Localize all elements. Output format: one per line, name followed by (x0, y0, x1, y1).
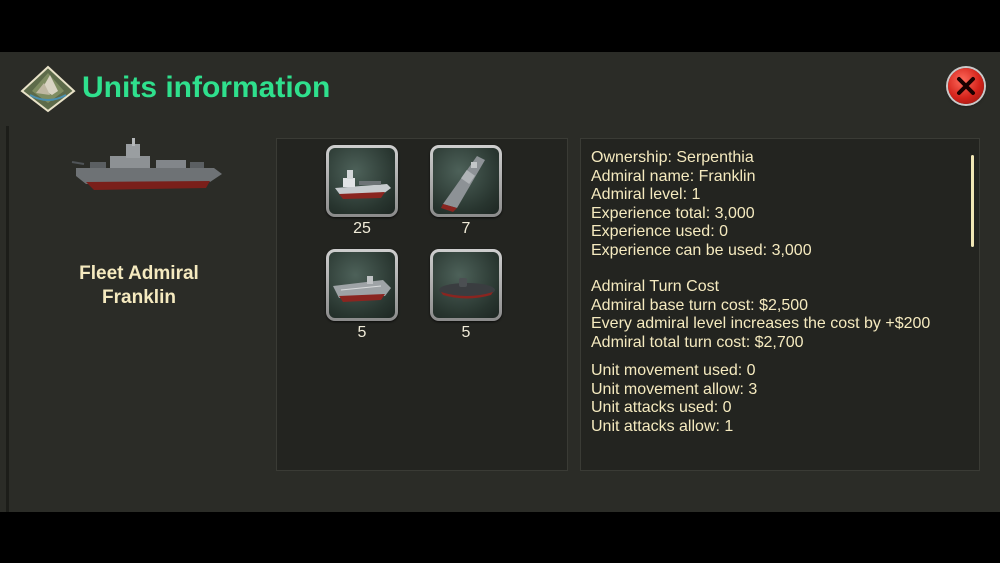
cargo-ship-icon (329, 148, 395, 214)
info-text: Ownership: Serpenthia Admiral name: Fran… (591, 149, 961, 436)
admiral-name: Franklin (102, 287, 176, 308)
unit-count: 5 (461, 324, 471, 341)
unit-slot[interactable]: 25 (324, 145, 402, 238)
info-scrollbar[interactable] (971, 155, 974, 247)
unit-frame[interactable] (430, 145, 502, 217)
unit-count: 7 (461, 220, 471, 237)
total-turn-cost: Admiral total turn cost: $2,700 (591, 333, 804, 351)
unit-count: 25 (353, 220, 371, 237)
dialog-title: Units information (82, 71, 331, 104)
experience-total: Experience total: 3,000 (591, 204, 755, 222)
unit-frame[interactable] (326, 145, 398, 217)
submarine-icon (433, 252, 499, 318)
level-increase: Every admiral level increases the cost b… (591, 315, 931, 332)
destroyer-icon (433, 148, 499, 214)
aircraft-carrier-icon (329, 252, 395, 318)
unit-slot[interactable]: 7 (428, 145, 506, 238)
admiral-rank: Fleet Admiral (79, 263, 199, 284)
admiral-name-row: Admiral name: Franklin (591, 167, 756, 185)
admiral-level: Admiral level: 1 (591, 186, 701, 203)
title-bar: Units information (0, 52, 1000, 124)
admiral-title: Fleet Admiral Franklin (0, 262, 278, 310)
attacks-allow: Unit attacks allow: 1 (591, 417, 734, 435)
unit-slot[interactable]: 5 (428, 249, 506, 342)
experience-available: Experience can be used: 3,000 (591, 241, 812, 259)
units-panel: 25 7 5 5 (276, 138, 568, 471)
unit-frame[interactable] (430, 249, 502, 321)
flagship-image (60, 138, 228, 207)
unit-slot[interactable]: 5 (324, 249, 402, 342)
game-logo-icon (20, 65, 76, 113)
close-icon (957, 77, 975, 95)
left-divider (6, 126, 9, 512)
attacks-used: Unit attacks used: 0 (591, 399, 732, 416)
turn-cost-header: Admiral Turn Cost (591, 278, 720, 295)
ownership: Ownership: Serpenthia (591, 149, 754, 166)
unit-count: 5 (357, 324, 367, 341)
unit-frame[interactable] (326, 249, 398, 321)
info-panel[interactable]: Ownership: Serpenthia Admiral name: Fran… (580, 138, 980, 471)
close-button[interactable] (948, 68, 984, 104)
base-turn-cost: Admiral base turn cost: $2,500 (591, 296, 809, 314)
movement-used: Unit movement used: 0 (591, 362, 756, 379)
movement-allow: Unit movement allow: 3 (591, 380, 758, 398)
experience-used: Experience used: 0 (591, 223, 728, 240)
